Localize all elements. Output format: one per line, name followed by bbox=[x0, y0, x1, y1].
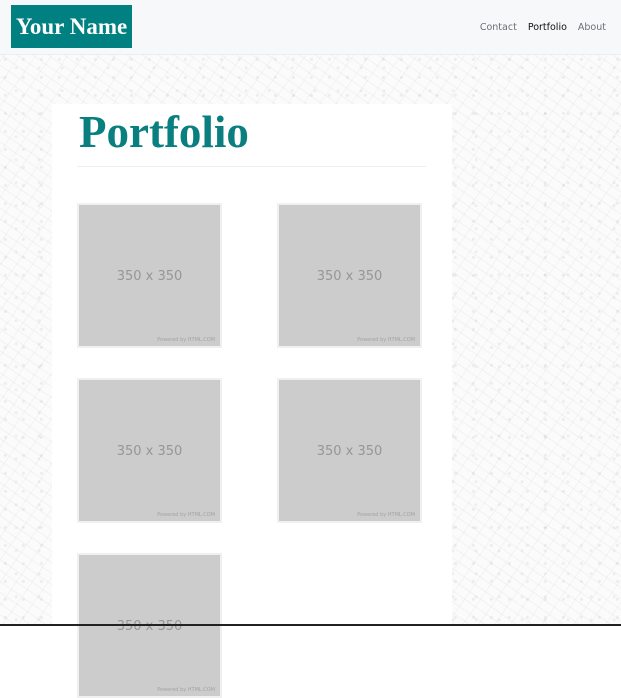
thumbnail-credit: Powered by HTML.COM bbox=[357, 337, 415, 343]
portfolio-thumbnail[interactable]: 350 x 350 Powered by HTML.COM bbox=[277, 203, 422, 348]
thumbnail-size-label: 350 x 350 bbox=[116, 619, 183, 634]
thumbnail-credit: Powered by HTML.COM bbox=[157, 337, 215, 343]
thumbnail-credit: Powered by HTML.COM bbox=[357, 512, 415, 518]
title-divider bbox=[77, 166, 426, 167]
portfolio-thumbnail[interactable]: 350 x 350 Powered by HTML.COM bbox=[77, 378, 222, 523]
nav-link-portfolio[interactable]: Portfolio bbox=[528, 22, 567, 33]
nav-link-about[interactable]: About bbox=[578, 22, 606, 33]
thumbnail-size-label: 350 x 350 bbox=[316, 444, 383, 459]
thumbnail-credit: Powered by HTML.COM bbox=[157, 512, 215, 518]
content-panel: Portfolio 350 x 350 Powered by HTML.COM … bbox=[52, 104, 452, 698]
thumbnail-credit: Powered by HTML.COM bbox=[157, 687, 215, 693]
portfolio-thumbnail[interactable]: 350 x 350 Powered by HTML.COM bbox=[77, 203, 222, 348]
nav-link-contact[interactable]: Contact bbox=[480, 22, 517, 33]
thumbnail-size-label: 350 x 350 bbox=[116, 269, 183, 284]
portfolio-thumbnail[interactable]: 350 x 350 Powered by HTML.COM bbox=[277, 378, 422, 523]
brand-logo[interactable]: Your Name bbox=[11, 5, 132, 48]
thumbnail-size-label: 350 x 350 bbox=[316, 269, 383, 284]
thumbnail-size-label: 350 x 350 bbox=[116, 444, 183, 459]
nav-links: Contact Portfolio About bbox=[480, 0, 606, 54]
navbar: Your Name Contact Portfolio About bbox=[0, 0, 621, 55]
page-title: Portfolio bbox=[79, 107, 249, 157]
